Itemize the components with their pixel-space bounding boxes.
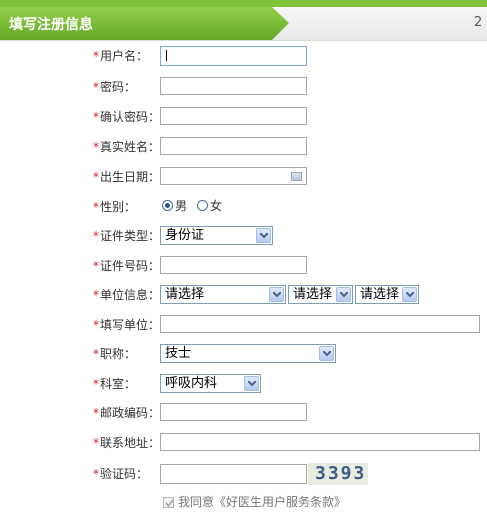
username-label: *用户名：: [93, 49, 149, 63]
agreement-checkbox[interactable]: [163, 497, 174, 508]
captcha-image[interactable]: 3393: [308, 463, 368, 485]
calendar-icon[interactable]: [291, 172, 302, 181]
id-type-select[interactable]: 身份证: [160, 226, 273, 245]
real-name-input[interactable]: [160, 137, 307, 155]
agreement-text[interactable]: 我同意《好医生用户服务条款》: [178, 495, 346, 509]
id-number-label: *证件号码：: [93, 259, 161, 273]
chevron-down-icon[interactable]: [269, 287, 284, 302]
birth-date-label: *出生日期：: [93, 170, 161, 184]
fill-unit-label: *填写单位：: [93, 318, 161, 332]
chevron-down-icon[interactable]: [244, 376, 259, 391]
step-next-number: 2: [474, 15, 483, 30]
real-name-label: *真实姓名：: [93, 140, 161, 154]
fill-unit-input[interactable]: [160, 315, 480, 333]
gender-label: *性别：: [93, 200, 137, 214]
unit-city-select[interactable]: 请选择: [288, 285, 353, 304]
chevron-down-icon[interactable]: [402, 287, 417, 302]
gender-male-label[interactable]: 男: [175, 199, 187, 213]
job-title-label: *职称：: [93, 347, 137, 361]
password-label: *密码：: [93, 80, 137, 94]
unit-province-select[interactable]: 请选择: [160, 285, 286, 304]
gender-male-radio[interactable]: [162, 200, 173, 211]
department-label: *科室：: [93, 377, 137, 391]
address-input[interactable]: [160, 433, 480, 451]
confirm-password-label: *确认密码：: [93, 110, 161, 124]
step-current: 填写注册信息: [0, 7, 289, 40]
postal-code-label: *邮政编码：: [93, 406, 161, 420]
job-title-select[interactable]: 技士: [160, 344, 336, 363]
address-label: *联系地址：: [93, 436, 161, 450]
username-input[interactable]: [160, 46, 307, 66]
radio-selected-dot: [165, 203, 170, 208]
postal-code-input[interactable]: [160, 403, 307, 421]
chevron-down-icon[interactable]: [336, 287, 351, 302]
gender-female-radio[interactable]: [197, 200, 208, 211]
department-select[interactable]: 呼吸内科: [160, 374, 261, 393]
step-title: 填写注册信息: [9, 17, 93, 33]
id-number-input[interactable]: [160, 256, 307, 274]
id-type-label: *证件类型：: [93, 229, 161, 243]
gender-female-label[interactable]: 女: [210, 199, 222, 213]
confirm-password-input[interactable]: [160, 107, 307, 125]
password-input[interactable]: [160, 77, 307, 95]
text-caret: [166, 50, 167, 61]
captcha-input[interactable]: [160, 464, 307, 484]
unit-hospital-select[interactable]: 请选择: [355, 285, 419, 304]
top-accent-bar: [0, 0, 487, 7]
chevron-down-icon[interactable]: [256, 228, 271, 243]
checkmark-icon: [165, 499, 174, 508]
birth-date-input[interactable]: [160, 167, 307, 185]
chevron-down-icon[interactable]: [319, 346, 334, 361]
unit-info-label: *单位信息：: [93, 288, 161, 302]
captcha-label: *验证码：: [93, 467, 149, 481]
